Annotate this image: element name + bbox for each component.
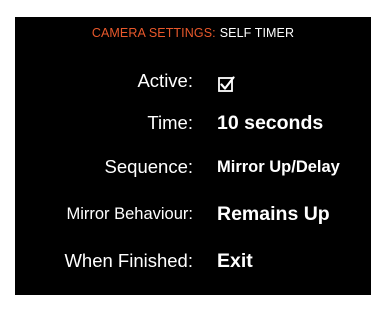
time-label: Time: bbox=[147, 112, 193, 133]
screen-header: CAMERA SETTINGS: SELF TIMER bbox=[15, 26, 371, 40]
mirror-behaviour-value[interactable]: Remains Up bbox=[217, 199, 330, 229]
when-finished-label: When Finished: bbox=[64, 250, 193, 271]
header-subsection-title: SELF TIMER bbox=[219, 26, 295, 40]
active-label: Active: bbox=[137, 70, 193, 91]
setting-row-sequence[interactable]: Sequence: Mirror Up/Delay bbox=[15, 152, 371, 182]
header-separator: : bbox=[212, 26, 216, 40]
sequence-value[interactable]: Mirror Up/Delay bbox=[217, 152, 340, 182]
self-timer-settings-screen: CAMERA SETTINGS: SELF TIMER Active: Time:… bbox=[15, 17, 371, 295]
header-section-title: CAMERA SETTINGS bbox=[91, 26, 213, 40]
checkbox-checked-icon[interactable] bbox=[218, 76, 235, 93]
when-finished-value[interactable]: Exit bbox=[217, 246, 253, 276]
sequence-label: Sequence: bbox=[104, 156, 193, 177]
setting-row-when-finished[interactable]: When Finished: Exit bbox=[15, 246, 371, 276]
setting-row-mirror-behaviour[interactable]: Mirror Behaviour: Remains Up bbox=[15, 199, 371, 229]
time-value[interactable]: 10 seconds bbox=[217, 108, 323, 138]
mirror-behaviour-label: Mirror Behaviour: bbox=[66, 205, 193, 223]
setting-row-time[interactable]: Time: 10 seconds bbox=[15, 108, 371, 138]
setting-row-active[interactable]: Active: bbox=[15, 66, 371, 96]
